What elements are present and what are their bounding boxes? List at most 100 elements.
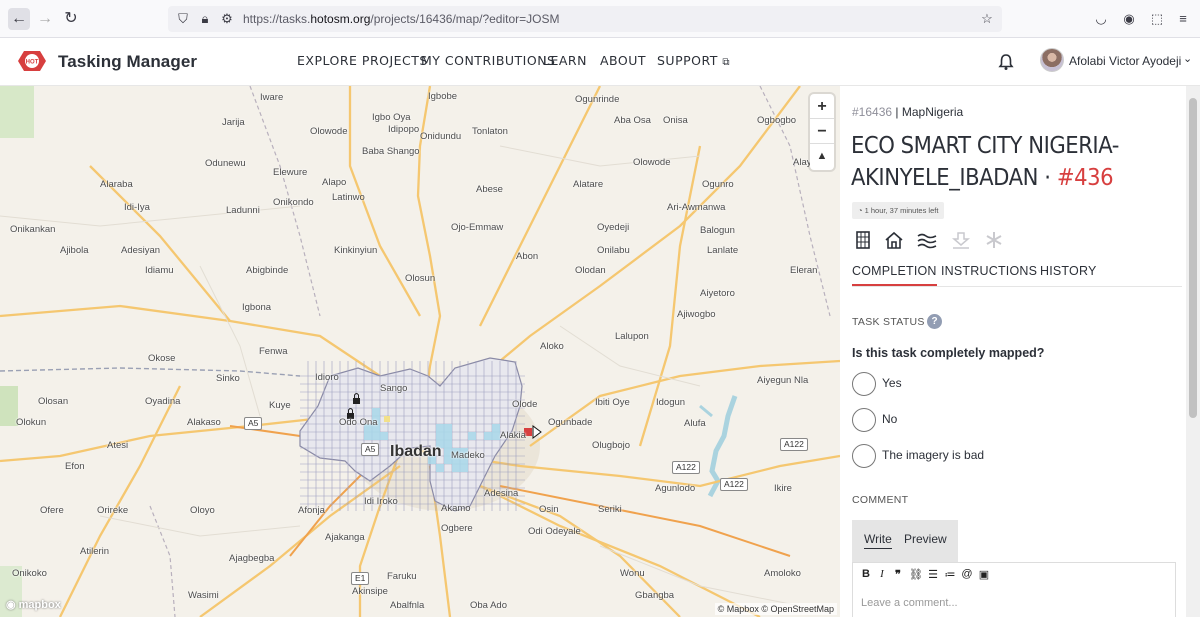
map-label: Onisa [663, 115, 688, 126]
menu-icon[interactable]: ≡ [1174, 10, 1192, 28]
map-label: Igbo Oya [372, 112, 411, 123]
map-label: Olode [512, 399, 538, 410]
preview-tab[interactable]: Preview [904, 532, 947, 546]
map-label: Abese [476, 184, 503, 195]
road-shield: A122 [780, 438, 808, 451]
extensions-icon[interactable]: ⬚ [1148, 10, 1166, 28]
map-attribution[interactable]: © Mapbox © OpenStreetMap [714, 603, 837, 615]
reload-icon[interactable]: ↻ [60, 8, 82, 30]
chevron-down-icon[interactable]: ⌄ [1183, 52, 1192, 65]
zoom-in-button[interactable]: + [810, 94, 834, 119]
radio-bad-imagery[interactable] [852, 444, 876, 468]
zoom-out-button[interactable]: − [810, 119, 834, 144]
nav-learn[interactable]: LEARN [543, 53, 587, 68]
separator: | [892, 105, 902, 119]
tab-instructions[interactable]: INSTRUCTIONS [941, 264, 1037, 278]
lock-icon[interactable]: 🔒︎ [196, 10, 214, 28]
user-name[interactable]: Afolabi Victor Ayodeji [1069, 54, 1181, 68]
map-label: Onikondo [273, 197, 314, 208]
scrollbar-thumb[interactable] [1189, 98, 1197, 418]
map-label: Olowode [633, 157, 671, 168]
map-label: Aloko [540, 341, 564, 352]
bold-icon[interactable]: B [859, 568, 873, 580]
map-label: Ladunni [226, 205, 260, 216]
tab-history[interactable]: HISTORY [1040, 264, 1097, 278]
radio-yes[interactable] [852, 372, 876, 396]
help-icon[interactable]: ? [927, 314, 942, 329]
nav-my-contributions[interactable]: MY CONTRIBUTIONS [421, 53, 556, 68]
image-icon[interactable]: ▣ [977, 568, 991, 581]
account-icon[interactable]: ◉ [1120, 10, 1138, 28]
map-label: Jarija [222, 117, 245, 128]
radio-label[interactable]: The imagery is bad [882, 448, 984, 462]
panel-scrollbar[interactable] [1186, 86, 1200, 617]
map-label: Ikire [774, 483, 792, 494]
map-label: Ogunro [702, 179, 734, 190]
road-shield: E1 [351, 572, 370, 585]
map-label: Abalfnla [390, 600, 425, 611]
url-text[interactable]: https://tasks.hotosm.org/projects/16436/… [243, 12, 560, 26]
map-label: Aiyetoro [700, 288, 735, 299]
radio-label[interactable]: Yes [882, 376, 902, 390]
map-label: Iware [260, 92, 284, 103]
radio-no[interactable] [852, 408, 876, 432]
mapbox-logo[interactable]: ◉ mapbox [6, 598, 61, 611]
mapped-question: Is this task completely mapped? [852, 346, 1045, 360]
nav-explore-projects[interactable]: EXPLORE PROJECTS [297, 53, 428, 68]
notification-bell-icon[interactable] [996, 52, 1016, 72]
map-label: Olodan [575, 265, 606, 276]
shield-icon[interactable]: ⛉ [174, 10, 192, 28]
map-label: Alapo [322, 177, 347, 188]
map-label: Onikankan [10, 224, 56, 235]
bookmark-star-icon[interactable]: ☆ [978, 10, 996, 28]
hot-logo-icon[interactable]: HOT [12, 48, 52, 74]
map-label: Odi Odeyale [528, 526, 581, 537]
road-shield: A122 [672, 461, 700, 474]
comment-input[interactable]: Leave a comment... [861, 597, 958, 609]
map-label: Agunlodo [655, 483, 696, 494]
map-label: Oyedeji [597, 222, 630, 233]
back-arrow-icon[interactable]: ← [8, 8, 30, 30]
numbered-list-icon[interactable]: ≔ [943, 568, 957, 581]
pocket-icon[interactable]: ◡ [1092, 10, 1110, 28]
map-canvas[interactable] [0, 86, 840, 617]
landuse-icon [951, 232, 971, 249]
svg-text:HOT: HOT [26, 60, 39, 66]
radio-label[interactable]: No [882, 412, 897, 426]
map-label: Fenwa [259, 346, 288, 357]
tab-completion[interactable]: COMPLETION [852, 264, 937, 286]
project-id-link[interactable]: #16436 [852, 105, 892, 119]
comment-editor[interactable]: B I ❞ ⛓ ☰ ≔ @ ▣ Leave a comment... [852, 562, 1176, 617]
map-label: Elewure [273, 167, 308, 178]
link-icon[interactable]: ⛓ [909, 568, 923, 581]
permissions-icon[interactable]: ⚙ [218, 10, 236, 28]
map-label: Faruku [387, 571, 417, 582]
map-label: Atesi [107, 440, 129, 451]
forward-arrow-icon[interactable]: → [34, 8, 56, 30]
address-bar[interactable]: ⛉ 🔒︎ ⚙ https://tasks.hotosm.org/projects… [168, 6, 1002, 32]
map-label: Olosan [38, 396, 69, 407]
bullet-list-icon[interactable]: ☰ [926, 568, 940, 581]
nav-about[interactable]: ABOUT [600, 53, 646, 68]
task-panel: #16436 | MapNigeria ECO SMART CITY NIGER… [840, 86, 1186, 617]
quote-icon[interactable]: ❞ [891, 568, 905, 581]
italic-icon[interactable]: I [875, 568, 889, 580]
map-label: Idipopo [388, 124, 420, 135]
brand-name[interactable]: Tasking Manager [58, 52, 197, 72]
avatar[interactable] [1040, 48, 1064, 72]
map-label: Lalupon [615, 331, 649, 342]
mention-icon[interactable]: @ [960, 568, 974, 580]
map-label: Igbona [242, 302, 272, 313]
city-label: Ibadan [390, 443, 442, 460]
project-title: ECO SMART CITY NIGERIA-AKINYELE_IBADAN ·… [851, 133, 1119, 191]
map-label: Ogbogbo [757, 115, 797, 126]
map-label: Wasimi [188, 590, 219, 601]
map-label: Idi Iroko [364, 496, 398, 507]
map-label: Odunewu [205, 158, 246, 169]
road-shield: A122 [720, 478, 748, 491]
map-label: Ajiwogbo [677, 309, 716, 320]
nav-support[interactable]: SUPPORT ⧉ [657, 53, 730, 68]
task-map[interactable]: Igbobe Ogunrinde Iware Jarija Igbo Oya A… [0, 86, 840, 617]
compass-icon[interactable]: ▲ [810, 144, 834, 169]
write-tab[interactable]: Write [864, 532, 892, 549]
